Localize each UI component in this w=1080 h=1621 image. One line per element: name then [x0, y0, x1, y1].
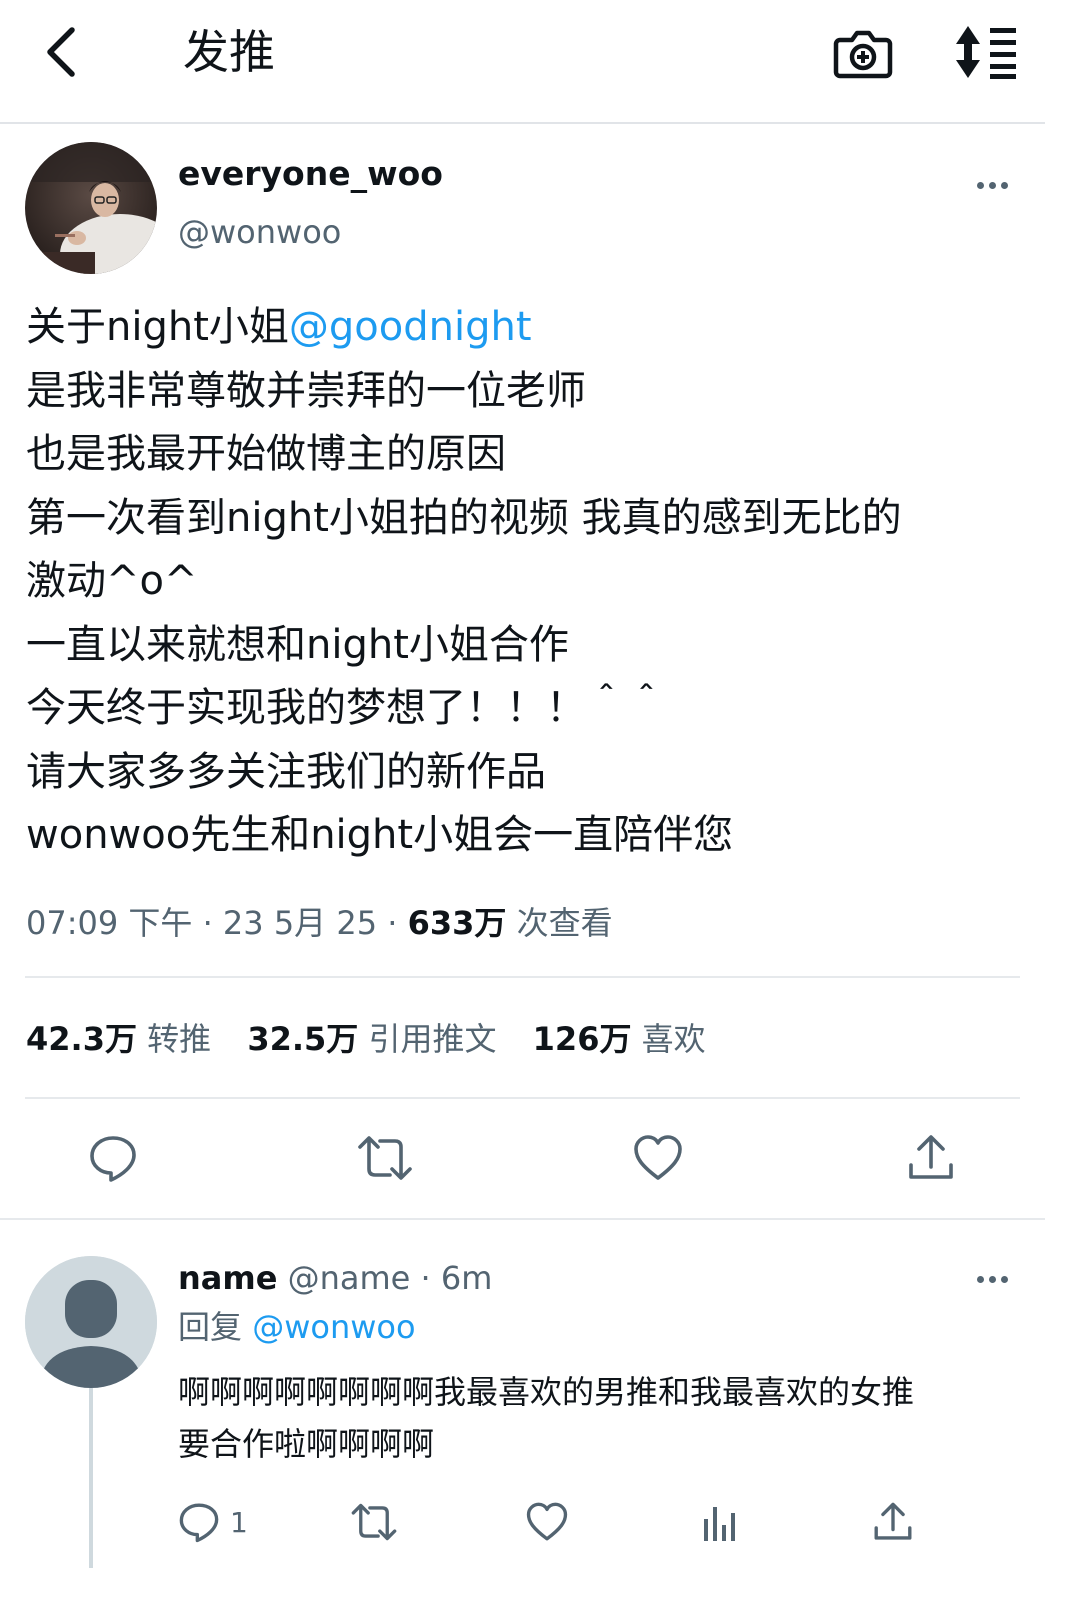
reply-icon — [90, 1136, 136, 1182]
reply-button[interactable] — [81, 1126, 145, 1190]
tweet-line: 请大家多多关注我们的新作品 — [26, 748, 546, 795]
tweet-line: 一直以来就想和night小姐合作 — [26, 621, 569, 668]
meta-separator: · — [410, 1259, 441, 1297]
retweet-button[interactable] — [353, 1126, 417, 1190]
back-button[interactable] — [30, 22, 90, 82]
meta-separator: · — [192, 904, 223, 942]
meta-separator: · — [377, 904, 408, 942]
tweet-stats: 42.3万 转推 32.5万 引用推文 126万 喜欢 — [26, 1014, 732, 1064]
tweet-line: 也是我最开始做博主的原因 — [26, 431, 506, 477]
like-icon — [634, 1135, 682, 1180]
tweet-meta: 07:09 下午 · 23 5月 25 · 633万 次查看 — [26, 898, 613, 948]
views-label[interactable]: 次查看 — [506, 904, 613, 942]
thread-line — [89, 1388, 93, 1568]
more-dot-icon — [1000, 181, 1008, 189]
reply-like-button[interactable] — [525, 1496, 569, 1548]
sort-button[interactable] — [950, 22, 1020, 82]
like-button[interactable] — [626, 1126, 690, 1190]
reply-count: 1 — [230, 1505, 248, 1539]
tweet-date: 23 5月 25 — [222, 904, 378, 942]
reply-author-name[interactable]: name — [178, 1259, 277, 1297]
retweets-stat[interactable]: 42.3万 转推 — [26, 1014, 211, 1064]
replying-to-mention[interactable]: @wonwoo — [252, 1308, 415, 1346]
tweet-line-text: 关于night小姐 — [26, 304, 289, 350]
share-icon — [909, 1135, 953, 1179]
sort-list-icon — [956, 26, 1016, 79]
author-display-name[interactable]: everyone_woo — [178, 152, 443, 196]
reply-line: 啊啊啊啊啊啊啊啊我最喜欢的男推和我最喜欢的女推 — [178, 1373, 915, 1411]
reply-time: 6m — [440, 1259, 493, 1297]
replying-to-label: 回复 — [178, 1308, 243, 1346]
views-count[interactable]: 633万 — [408, 904, 507, 942]
default-avatar — [25, 1256, 157, 1388]
share-icon — [874, 1502, 912, 1540]
top-bar: 发推 — [0, 0, 1045, 124]
replying-to: 回复 @wonwoo — [178, 1305, 416, 1349]
divider — [0, 1218, 1045, 1220]
page-title: 发推 — [183, 25, 275, 79]
reply-analytics-button[interactable] — [700, 1496, 740, 1548]
more-dot-icon — [976, 181, 984, 189]
divider — [25, 1097, 1020, 1099]
quotes-count: 32.5万 — [247, 1020, 359, 1058]
divider — [25, 976, 1020, 978]
tweet-time: 07:09 下午 — [26, 904, 193, 942]
reply-reply-button[interactable]: 1 — [178, 1496, 248, 1548]
retweets-label: 转推 — [147, 1020, 212, 1058]
tweet-line: wonwoo先生和night小姐会一直陪伴您 — [26, 812, 734, 858]
reply-text: 啊啊啊啊啊啊啊啊我最喜欢的男推和我最喜欢的女推 要合作啦啊啊啊啊 — [178, 1366, 1028, 1470]
mention-link[interactable]: @goodnight — [289, 304, 532, 350]
retweets-count: 42.3万 — [26, 1020, 137, 1058]
retweet-icon — [358, 1136, 412, 1180]
likes-count: 126万 — [532, 1020, 632, 1058]
reply-line: 要合作啦啊啊啊啊 — [178, 1425, 435, 1463]
avatar[interactable] — [25, 142, 157, 274]
tweet-line: 是我非常尊敬并崇拜的一位老师 — [26, 367, 586, 414]
tweet-line: 第一次看到night小姐拍的视频 我真的感到无比的 — [26, 494, 902, 541]
retweet-icon — [351, 1503, 397, 1541]
reply-retweet-button[interactable] — [350, 1496, 398, 1548]
tweet-line: 激动^o^ — [26, 558, 198, 604]
author-handle[interactable]: @wonwoo — [178, 210, 341, 254]
camera-button[interactable] — [832, 22, 894, 84]
more-dot-icon — [1000, 1275, 1008, 1283]
camera-add-icon — [833, 30, 893, 79]
chevron-left-icon — [47, 27, 75, 77]
quotes-label: 引用推文 — [368, 1020, 497, 1058]
tweet-line: 关于night小姐@goodnight — [26, 296, 1026, 360]
more-options-button[interactable] — [966, 168, 1018, 202]
reply-more-options-button[interactable] — [966, 1262, 1018, 1296]
tweet-text: 关于night小姐@goodnight 是我非常尊敬并崇拜的一位老师 也是我最开… — [26, 296, 1026, 868]
analytics-icon — [704, 1507, 735, 1541]
likes-label: 喜欢 — [641, 1020, 706, 1058]
reply-share-button[interactable] — [872, 1496, 914, 1548]
more-dot-icon — [976, 1275, 984, 1283]
tweet-line: 今天终于实现我的梦想了！！！＾＾ — [26, 685, 666, 731]
reply-header: name @name · 6m — [178, 1256, 492, 1300]
reply-author-handle[interactable]: @name — [288, 1259, 411, 1297]
share-button[interactable] — [899, 1126, 963, 1190]
reply-avatar[interactable] — [25, 1256, 157, 1388]
more-dot-icon — [988, 1275, 996, 1283]
quotes-stat[interactable]: 32.5万 引用推文 — [247, 1014, 496, 1064]
reply-icon — [179, 1503, 219, 1543]
more-dot-icon — [988, 181, 996, 189]
user-avatar-photo — [25, 142, 157, 274]
like-icon — [526, 1502, 568, 1541]
likes-stat[interactable]: 126万 喜欢 — [533, 1014, 706, 1064]
